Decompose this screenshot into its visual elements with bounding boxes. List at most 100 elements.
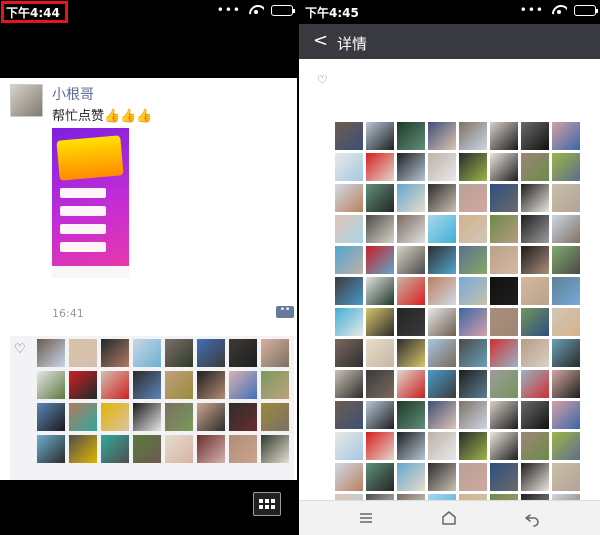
like-avatar[interactable] bbox=[261, 435, 289, 463]
like-avatar[interactable] bbox=[459, 122, 487, 150]
like-avatar[interactable] bbox=[521, 339, 549, 367]
like-avatar[interactable] bbox=[366, 246, 394, 274]
like-avatar[interactable] bbox=[521, 432, 549, 460]
like-avatar[interactable] bbox=[366, 122, 394, 150]
like-avatar[interactable] bbox=[101, 435, 129, 463]
like-avatar[interactable] bbox=[335, 308, 363, 336]
like-avatar[interactable] bbox=[552, 463, 580, 491]
like-avatar[interactable] bbox=[397, 153, 425, 181]
like-avatar[interactable] bbox=[366, 401, 394, 429]
like-avatar[interactable] bbox=[552, 401, 580, 429]
like-avatar[interactable] bbox=[459, 308, 487, 336]
like-avatar[interactable] bbox=[521, 308, 549, 336]
like-avatar[interactable] bbox=[521, 370, 549, 398]
like-avatar[interactable] bbox=[397, 432, 425, 460]
user-name[interactable]: 小根哥 bbox=[52, 84, 94, 104]
like-avatar[interactable] bbox=[133, 435, 161, 463]
like-avatar[interactable] bbox=[366, 215, 394, 243]
like-avatar[interactable] bbox=[335, 153, 363, 181]
like-avatar[interactable] bbox=[229, 371, 257, 399]
like-avatar[interactable] bbox=[335, 246, 363, 274]
like-avatar[interactable] bbox=[552, 153, 580, 181]
grid-icon[interactable] bbox=[253, 492, 281, 516]
like-avatar[interactable] bbox=[428, 246, 456, 274]
like-avatar[interactable] bbox=[335, 215, 363, 243]
like-avatar[interactable] bbox=[459, 246, 487, 274]
like-avatar[interactable] bbox=[261, 339, 289, 367]
like-avatar[interactable] bbox=[490, 370, 518, 398]
like-avatar[interactable] bbox=[37, 339, 65, 367]
like-avatar[interactable] bbox=[490, 215, 518, 243]
like-avatar[interactable] bbox=[521, 463, 549, 491]
like-avatar[interactable] bbox=[366, 153, 394, 181]
like-avatar[interactable] bbox=[335, 184, 363, 212]
like-avatar[interactable] bbox=[397, 184, 425, 212]
like-avatar[interactable] bbox=[335, 463, 363, 491]
like-avatar[interactable] bbox=[261, 371, 289, 399]
like-avatar[interactable] bbox=[229, 403, 257, 431]
like-avatar[interactable] bbox=[459, 184, 487, 212]
like-avatar[interactable] bbox=[397, 339, 425, 367]
home-icon[interactable] bbox=[440, 509, 458, 527]
like-avatar[interactable] bbox=[490, 153, 518, 181]
like-avatar[interactable] bbox=[521, 122, 549, 150]
like-avatar[interactable] bbox=[335, 401, 363, 429]
like-avatar[interactable] bbox=[428, 153, 456, 181]
like-avatar[interactable] bbox=[197, 371, 225, 399]
like-avatar[interactable] bbox=[261, 403, 289, 431]
like-avatar[interactable] bbox=[229, 435, 257, 463]
like-avatar[interactable] bbox=[69, 339, 97, 367]
like-avatar[interactable] bbox=[335, 122, 363, 150]
likes-scroll-area[interactable] bbox=[299, 59, 600, 500]
like-avatar[interactable] bbox=[459, 339, 487, 367]
like-avatar[interactable] bbox=[490, 401, 518, 429]
like-avatar[interactable] bbox=[133, 371, 161, 399]
like-avatar[interactable] bbox=[397, 401, 425, 429]
back-chevron-icon[interactable]: < bbox=[313, 31, 328, 51]
like-avatar[interactable] bbox=[521, 401, 549, 429]
like-avatar[interactable] bbox=[428, 463, 456, 491]
like-avatar[interactable] bbox=[397, 463, 425, 491]
like-avatar[interactable] bbox=[366, 432, 394, 460]
like-avatar[interactable] bbox=[101, 371, 129, 399]
like-avatar[interactable] bbox=[101, 339, 129, 367]
like-avatar[interactable] bbox=[335, 432, 363, 460]
like-avatar[interactable] bbox=[459, 401, 487, 429]
like-avatar[interactable] bbox=[335, 370, 363, 398]
post-image[interactable] bbox=[52, 128, 129, 278]
like-avatar[interactable] bbox=[428, 308, 456, 336]
like-avatar[interactable] bbox=[428, 215, 456, 243]
like-avatar[interactable] bbox=[366, 463, 394, 491]
comment-icon[interactable]: •• bbox=[276, 306, 294, 318]
like-avatar[interactable] bbox=[521, 215, 549, 243]
like-avatar[interactable] bbox=[428, 277, 456, 305]
like-avatar[interactable] bbox=[366, 184, 394, 212]
like-avatar[interactable] bbox=[397, 122, 425, 150]
like-avatar[interactable] bbox=[490, 463, 518, 491]
like-avatar[interactable] bbox=[165, 435, 193, 463]
like-avatar[interactable] bbox=[133, 403, 161, 431]
like-avatar[interactable] bbox=[521, 153, 549, 181]
like-avatar[interactable] bbox=[552, 246, 580, 274]
like-avatar[interactable] bbox=[552, 370, 580, 398]
like-avatar[interactable] bbox=[428, 401, 456, 429]
like-avatar[interactable] bbox=[428, 432, 456, 460]
like-avatar[interactable] bbox=[69, 371, 97, 399]
like-avatar[interactable] bbox=[397, 277, 425, 305]
avatar[interactable] bbox=[10, 84, 43, 117]
like-avatar[interactable] bbox=[490, 432, 518, 460]
like-avatar[interactable] bbox=[366, 308, 394, 336]
like-avatar[interactable] bbox=[459, 432, 487, 460]
like-avatar[interactable] bbox=[459, 153, 487, 181]
like-avatar[interactable] bbox=[428, 122, 456, 150]
like-avatar[interactable] bbox=[133, 339, 161, 367]
like-avatar[interactable] bbox=[490, 122, 518, 150]
like-avatar[interactable] bbox=[552, 184, 580, 212]
like-avatar[interactable] bbox=[428, 370, 456, 398]
like-avatar[interactable] bbox=[521, 246, 549, 274]
like-avatar[interactable] bbox=[165, 339, 193, 367]
like-avatar[interactable] bbox=[165, 371, 193, 399]
like-avatar[interactable] bbox=[69, 435, 97, 463]
like-avatar[interactable] bbox=[521, 277, 549, 305]
like-avatar[interactable] bbox=[428, 184, 456, 212]
